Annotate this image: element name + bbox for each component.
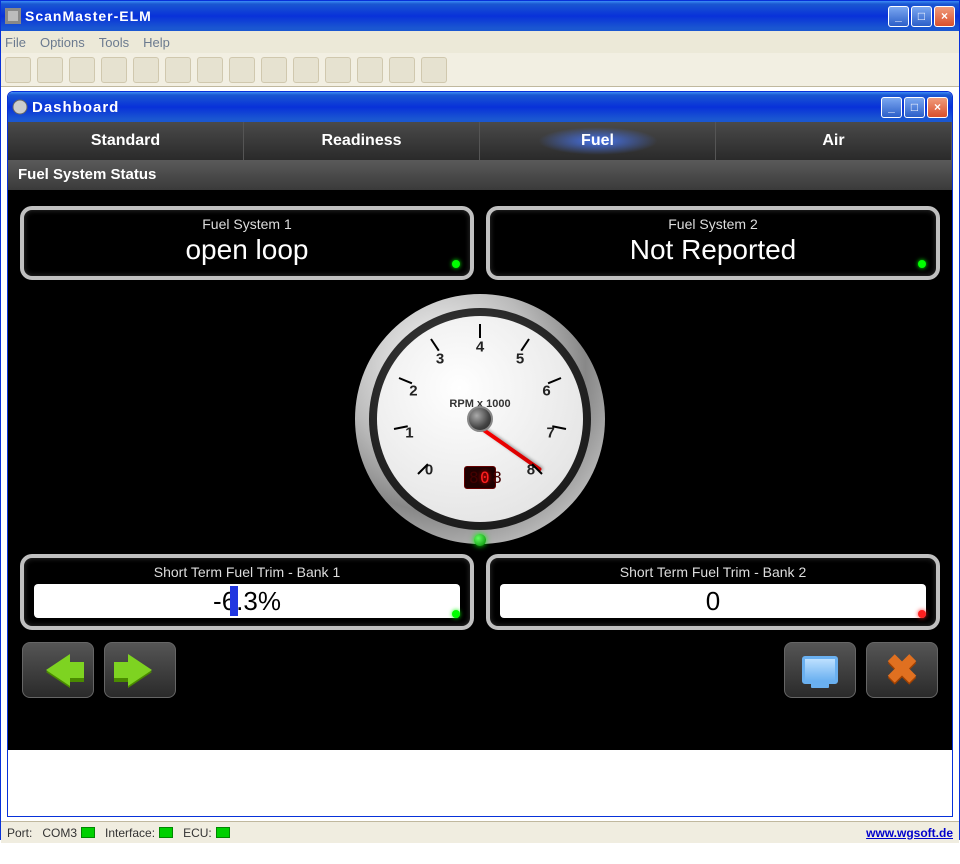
gauge-tick-label: 5	[516, 351, 524, 368]
app-icon	[5, 8, 21, 24]
dashboard-icon	[12, 99, 28, 115]
minimize-button[interactable]: _	[888, 6, 909, 27]
toolbar-button[interactable]	[357, 57, 383, 83]
vendor-link[interactable]: www.wgsoft.de	[866, 826, 953, 840]
dash-close-button[interactable]: ×	[927, 97, 948, 118]
close-icon: ✖	[885, 647, 919, 693]
trim-bank-2-panel: Short Term Fuel Trim - Bank 2 0	[486, 554, 940, 630]
toolbar-button[interactable]	[389, 57, 415, 83]
tab-standard[interactable]: Standard	[8, 122, 244, 160]
status-ecu-label: ECU:	[183, 826, 212, 840]
status-dot-icon	[452, 610, 460, 618]
menu-help[interactable]: Help	[143, 35, 170, 50]
tab-bar: Standard Readiness Fuel Air	[8, 122, 952, 160]
interface-led-icon	[159, 827, 173, 838]
arrow-right-icon	[128, 654, 152, 686]
status-dot-icon	[918, 610, 926, 618]
port-led-icon	[81, 827, 95, 838]
gauge-tick-label: 3	[436, 351, 444, 368]
toolbar-button[interactable]	[229, 57, 255, 83]
fuel-system-2-panel: Fuel System 2 Not Reported	[486, 206, 940, 280]
fs2-label: Fuel System 2	[500, 216, 926, 232]
prev-button[interactable]	[22, 642, 94, 698]
app-window: ScanMaster-ELM _ □ × File Options Tools …	[0, 0, 960, 840]
gauge-tick-label: 4	[476, 339, 484, 356]
trim2-label: Short Term Fuel Trim - Bank 2	[500, 564, 926, 580]
trim2-bar: 0	[500, 584, 926, 618]
toolbar-button[interactable]	[293, 57, 319, 83]
gauge-led-icon	[474, 534, 486, 546]
menu-options[interactable]: Options	[40, 35, 85, 50]
menu-tools[interactable]: Tools	[99, 35, 129, 50]
trim1-label: Short Term Fuel Trim - Bank 1	[34, 564, 460, 580]
monitor-icon	[802, 656, 838, 684]
toolbar-button[interactable]	[133, 57, 159, 83]
close-button[interactable]: ×	[934, 6, 955, 27]
dashboard-title: Dashboard	[32, 99, 881, 116]
status-iface-label: Interface:	[105, 826, 155, 840]
toolbar-button[interactable]	[165, 57, 191, 83]
dash-maximize-button[interactable]: □	[904, 97, 925, 118]
titlebar: ScanMaster-ELM _ □ ×	[1, 1, 959, 31]
fuel-system-1-panel: Fuel System 1 open loop	[20, 206, 474, 280]
toolbar-button[interactable]	[5, 57, 31, 83]
maximize-button[interactable]: □	[911, 6, 932, 27]
status-bar: Port: COM3 Interface: ECU: www.wgsoft.de	[1, 821, 959, 843]
toolbar-button[interactable]	[421, 57, 447, 83]
gauge-digital-readout: 8880	[464, 466, 496, 489]
toolbar-button[interactable]	[325, 57, 351, 83]
cancel-button[interactable]: ✖	[866, 642, 938, 698]
toolbar	[1, 53, 959, 87]
status-port-label: Port:	[7, 826, 32, 840]
toolbar-button[interactable]	[197, 57, 223, 83]
fs2-value: Not Reported	[500, 234, 926, 266]
dash-minimize-button[interactable]: _	[881, 97, 902, 118]
gauge-tick-label: 2	[409, 383, 417, 400]
section-header: Fuel System Status	[8, 160, 952, 190]
app-title: ScanMaster-ELM	[25, 8, 888, 24]
fs1-label: Fuel System 1	[34, 216, 460, 232]
trim-bank-1-panel: Short Term Fuel Trim - Bank 1 -6.3%	[20, 554, 474, 630]
status-port: COM3	[42, 826, 77, 840]
arrow-left-icon	[46, 654, 70, 686]
trim2-value: 0	[706, 586, 720, 617]
dashboard-titlebar: Dashboard _ □ ×	[8, 92, 952, 122]
display-button[interactable]	[784, 642, 856, 698]
trim1-marker	[230, 586, 238, 616]
rpm-gauge: RPM x 1000 8880 012345678	[355, 294, 605, 544]
tab-fuel[interactable]: Fuel	[480, 122, 716, 160]
gauge-tick-label: 6	[542, 383, 550, 400]
dashboard-body: Fuel System 1 open loop Fuel System 2 No…	[8, 190, 952, 750]
fs1-value: open loop	[34, 234, 460, 266]
tab-air[interactable]: Air	[716, 122, 952, 160]
toolbar-button[interactable]	[69, 57, 95, 83]
toolbar-button[interactable]	[101, 57, 127, 83]
toolbar-button[interactable]	[37, 57, 63, 83]
trim1-value: -6.3%	[213, 586, 281, 617]
status-dot-icon	[452, 260, 460, 268]
menu-file[interactable]: File	[5, 35, 26, 50]
gauge-hub	[467, 406, 493, 432]
next-button[interactable]	[104, 642, 176, 698]
trim1-bar: -6.3%	[34, 584, 460, 618]
dashboard-window: Dashboard _ □ × Standard Readiness Fuel …	[7, 91, 953, 817]
menubar: File Options Tools Help	[1, 31, 959, 53]
tab-readiness[interactable]: Readiness	[244, 122, 480, 160]
status-dot-icon	[918, 260, 926, 268]
ecu-led-icon	[216, 827, 230, 838]
toolbar-button[interactable]	[261, 57, 287, 83]
